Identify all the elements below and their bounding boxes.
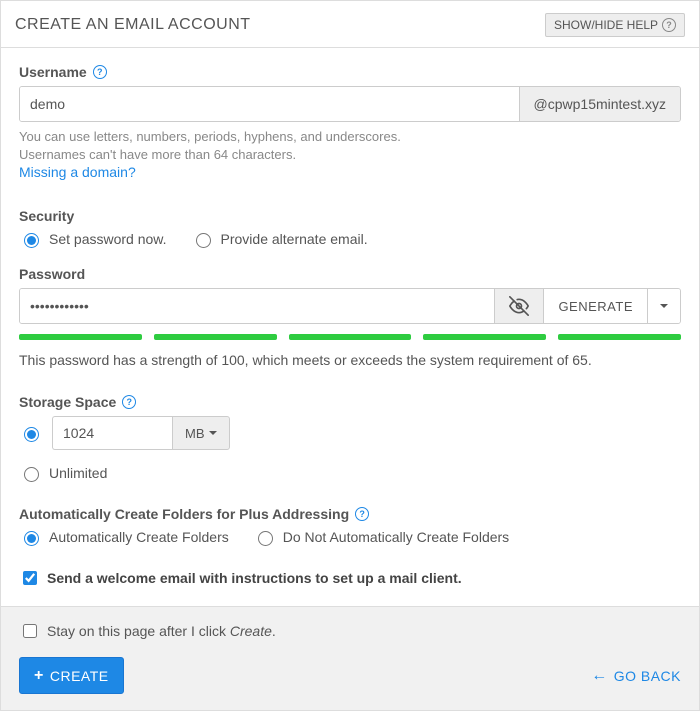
- storage-group: Storage Space ? MB Unlimited: [19, 394, 681, 482]
- folders-opt-no[interactable]: Do Not Automatically Create Folders: [253, 528, 509, 546]
- help-icon[interactable]: ?: [93, 65, 107, 79]
- go-back-label: GO BACK: [614, 668, 681, 684]
- chevron-down-icon: [209, 431, 217, 435]
- folders-opt-auto[interactable]: Automatically Create Folders: [19, 528, 229, 546]
- radio-storage-custom[interactable]: [24, 427, 39, 442]
- missing-domain-link[interactable]: Missing a domain?: [19, 164, 136, 180]
- stay-label-prefix: Stay on this page after I click: [47, 623, 230, 639]
- chevron-down-icon: [660, 304, 668, 308]
- security-opt-now[interactable]: Set password now.: [19, 230, 167, 248]
- generate-password-dropdown[interactable]: [647, 289, 680, 323]
- storage-label: Storage Space ?: [19, 394, 681, 410]
- radio-label: Set password now.: [49, 231, 167, 247]
- radio-label: Do Not Automatically Create Folders: [283, 529, 509, 545]
- username-input[interactable]: [20, 87, 519, 121]
- storage-unit-label: MB: [185, 426, 205, 441]
- create-button-label: CREATE: [50, 668, 109, 684]
- radio-label: Automatically Create Folders: [49, 529, 229, 545]
- password-strength-text: This password has a strength of 100, whi…: [19, 352, 681, 368]
- username-group: Username ? @cpwp15mintest.xyz You can us…: [19, 64, 681, 180]
- security-opt-alt[interactable]: Provide alternate email.: [191, 230, 368, 248]
- panel-title: CREATE AN EMAIL ACCOUNT: [15, 16, 251, 34]
- footer-actions: CREATE GO BACK: [19, 657, 681, 694]
- radio-set-password-now[interactable]: [24, 233, 39, 248]
- help-icon: ?: [662, 18, 676, 32]
- panel-footer: Stay on this page after I click Create. …: [1, 606, 699, 710]
- arrow-left-icon: [591, 667, 608, 685]
- username-label: Username ?: [19, 64, 681, 80]
- storage-custom-row: MB: [19, 416, 681, 450]
- folders-options: Automatically Create Folders Do Not Auto…: [19, 528, 681, 546]
- security-label: Security: [19, 208, 681, 224]
- help-icon[interactable]: ?: [122, 395, 136, 409]
- username-hint: You can use letters, numbers, periods, h…: [19, 128, 681, 164]
- panel-header: CREATE AN EMAIL ACCOUNT SHOW/HIDE HELP ?: [1, 1, 699, 48]
- storage-label-text: Storage Space: [19, 394, 116, 410]
- storage-unlimited-row[interactable]: Unlimited: [19, 464, 681, 482]
- password-strength-meter: [19, 334, 681, 340]
- plus-icon: [34, 667, 44, 684]
- stay-checkbox[interactable]: [23, 624, 37, 638]
- username-label-text: Username: [19, 64, 87, 80]
- storage-input[interactable]: [52, 416, 172, 450]
- stay-label: Stay on this page after I click Create.: [47, 623, 276, 639]
- radio-label: Unlimited: [49, 465, 107, 481]
- security-options: Set password now. Provide alternate emai…: [19, 230, 681, 248]
- storage-unit-dropdown[interactable]: MB: [172, 416, 230, 450]
- radio-label: Provide alternate email.: [221, 231, 368, 247]
- eye-off-icon: [509, 296, 529, 316]
- radio-folders-no[interactable]: [258, 531, 273, 546]
- hint-line: You can use letters, numbers, periods, h…: [19, 128, 681, 146]
- password-input-group: GENERATE: [19, 288, 681, 324]
- hint-line: Usernames can't have more than 64 charac…: [19, 146, 681, 164]
- password-label: Password: [19, 266, 681, 282]
- password-group: Password GENERATE T: [19, 266, 681, 368]
- security-group: Security Set password now. Provide alter…: [19, 208, 681, 248]
- toggle-password-visibility-button[interactable]: [494, 289, 543, 323]
- radio-storage-unlimited[interactable]: [24, 467, 39, 482]
- stay-checkbox-row[interactable]: Stay on this page after I click Create.: [19, 621, 681, 641]
- radio-alternate-email[interactable]: [196, 233, 211, 248]
- help-button-label: SHOW/HIDE HELP: [554, 18, 658, 32]
- folders-label-text: Automatically Create Folders for Plus Ad…: [19, 506, 349, 522]
- password-input[interactable]: [20, 289, 494, 323]
- welcome-checkbox-row[interactable]: Send a welcome email with instructions t…: [19, 568, 681, 588]
- stay-label-em: Create: [230, 623, 272, 639]
- welcome-group: Send a welcome email with instructions t…: [19, 568, 681, 588]
- go-back-link[interactable]: GO BACK: [591, 667, 681, 685]
- stay-label-suffix: .: [272, 623, 276, 639]
- radio-folders-auto[interactable]: [24, 531, 39, 546]
- folders-group: Automatically Create Folders for Plus Ad…: [19, 506, 681, 546]
- panel-body: Username ? @cpwp15mintest.xyz You can us…: [1, 48, 699, 606]
- folders-label: Automatically Create Folders for Plus Ad…: [19, 506, 681, 522]
- username-input-group: @cpwp15mintest.xyz: [19, 86, 681, 122]
- generate-password-button[interactable]: GENERATE: [543, 289, 647, 323]
- create-email-panel: CREATE AN EMAIL ACCOUNT SHOW/HIDE HELP ?…: [0, 0, 700, 711]
- show-hide-help-button[interactable]: SHOW/HIDE HELP ?: [545, 13, 685, 37]
- domain-addon[interactable]: @cpwp15mintest.xyz: [519, 87, 680, 121]
- welcome-checkbox[interactable]: [23, 571, 37, 585]
- welcome-label: Send a welcome email with instructions t…: [47, 570, 462, 586]
- help-icon[interactable]: ?: [355, 507, 369, 521]
- create-button[interactable]: CREATE: [19, 657, 124, 694]
